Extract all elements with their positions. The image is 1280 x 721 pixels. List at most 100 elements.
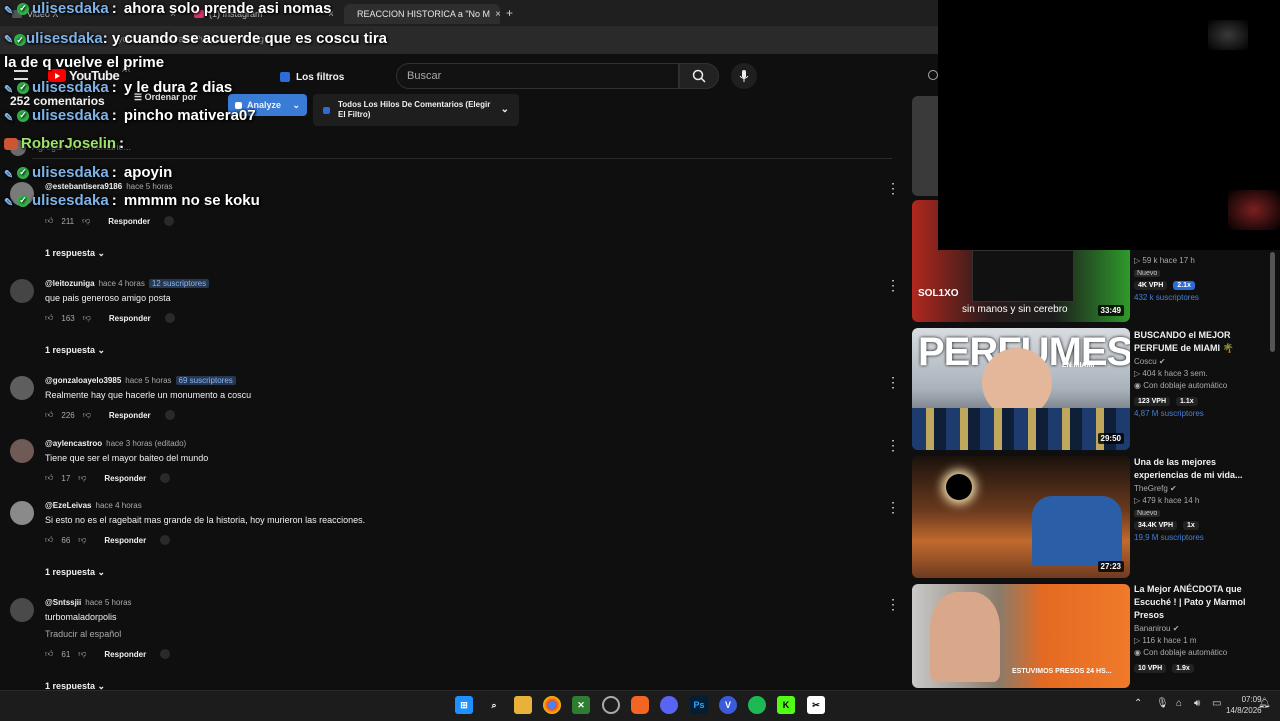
emoji-reaction-icon[interactable]: [164, 313, 175, 323]
dislike-icon[interactable]: 👎︎: [78, 535, 86, 545]
windows-start-icon[interactable]: ⊞: [455, 696, 473, 714]
kick-icon[interactable]: K: [777, 696, 795, 714]
more-options-icon[interactable]: ⋮: [886, 499, 900, 516]
tab-label: REACCION HISTORICA a "No M: [357, 9, 491, 19]
like-icon[interactable]: 👍︎: [45, 410, 53, 420]
avatar[interactable]: [10, 376, 34, 400]
reply-button[interactable]: Responder: [104, 474, 146, 483]
like-icon[interactable]: 👍︎: [45, 216, 53, 226]
comment-time[interactable]: hace 5 horas: [125, 376, 171, 385]
network-icon[interactable]: ⌂: [1176, 698, 1182, 709]
dislike-icon[interactable]: 👎︎: [78, 649, 86, 659]
chat-message: ✎ ✓ ulisesdaka: ahora solo prende asi noma…: [4, 0, 332, 17]
channel-name[interactable]: TheGrefg: [1134, 484, 1168, 493]
channel-name[interactable]: Coscu: [1134, 357, 1157, 366]
channel-name-row: Bananirou ✔: [1134, 624, 1264, 633]
like-icon[interactable]: 👍︎: [45, 535, 53, 545]
video-info[interactable]: Una de las mejores experiencias de mi vi…: [1134, 456, 1264, 542]
more-options-icon[interactable]: ⋮: [886, 596, 900, 613]
video-thumbnail[interactable]: PERFUMES EN MIAMI 29:50: [912, 328, 1130, 450]
emoji-reaction-icon[interactable]: [160, 649, 171, 659]
new-badge: Nuevo: [1134, 270, 1161, 277]
replies-toggle[interactable]: 1 respuesta ⌄: [45, 248, 105, 259]
avatar[interactable]: [10, 501, 34, 525]
spotify-icon[interactable]: [748, 696, 766, 714]
comment-author[interactable]: @gonzaloayelo3985: [45, 376, 121, 385]
avatar[interactable]: [10, 598, 34, 622]
voice-search-button[interactable]: [731, 63, 757, 89]
thread-filter-dropdown[interactable]: Todos Los Hilos De Comentarios (Elegir E…: [313, 94, 519, 126]
comment-author[interactable]: @Sntssjii: [45, 598, 81, 607]
clock-icon[interactable]: [928, 70, 938, 80]
microphone-tray-icon[interactable]: 🎙︎: [1156, 698, 1169, 709]
emoji-reaction-icon[interactable]: [160, 473, 171, 483]
system-clock[interactable]: 07:09 14/8/2026: [1226, 694, 1262, 716]
settings-icon[interactable]: [602, 696, 620, 714]
discord-icon[interactable]: [660, 696, 678, 714]
comment-author[interactable]: @EzeLeivas: [45, 501, 92, 510]
more-options-icon[interactable]: ⋮: [886, 374, 900, 391]
dislike-icon[interactable]: 👎︎: [78, 473, 86, 483]
replies-toggle[interactable]: 1 respuesta ⌄: [45, 567, 105, 578]
search-icon[interactable]: ⌕: [485, 696, 503, 714]
reply-button[interactable]: Responder: [104, 650, 146, 659]
comment-time[interactable]: hace 3 horas (editado): [106, 439, 186, 448]
replies-toggle[interactable]: 1 respuesta ⌄: [45, 345, 105, 356]
reply-button[interactable]: Responder: [104, 536, 146, 545]
chrome-icon[interactable]: [543, 696, 561, 714]
comment-time[interactable]: hace 5 horas: [85, 598, 131, 607]
video-thumbnail[interactable]: ESTUVIMOS PRESOS 24 HS...: [912, 584, 1130, 688]
video-stats: ▷ 59 k hace 17 h: [1134, 256, 1195, 265]
dislike-icon[interactable]: 👎︎: [82, 216, 90, 226]
comment-time[interactable]: hace 4 horas: [99, 279, 145, 288]
file-explorer-icon[interactable]: [514, 696, 532, 714]
reply-button[interactable]: Responder: [108, 217, 150, 226]
search-input[interactable]: Buscar: [396, 63, 679, 89]
emoji-reaction-icon[interactable]: [164, 216, 175, 226]
reply-button[interactable]: Responder: [109, 411, 151, 420]
notification-bell-icon[interactable]: 🔔︎: [1258, 698, 1271, 709]
xbox-icon[interactable]: ✕: [572, 696, 590, 714]
video-thumbnail[interactable]: 27:23: [912, 456, 1130, 578]
search-button[interactable]: [679, 63, 719, 89]
brave-icon[interactable]: [631, 696, 649, 714]
battery-icon[interactable]: ▭: [1212, 698, 1221, 709]
like-icon[interactable]: 👍︎: [45, 313, 53, 323]
avatar[interactable]: [10, 279, 34, 303]
like-icon[interactable]: 👍︎: [45, 473, 53, 483]
new-tab-button[interactable]: +: [506, 6, 513, 20]
vpn-icon[interactable]: V: [719, 696, 737, 714]
channel-name[interactable]: Bananirou: [1134, 624, 1170, 633]
video-thumbnail-partial[interactable]: [912, 96, 938, 196]
more-options-icon[interactable]: ⋮: [886, 277, 900, 294]
tab-3-active[interactable]: REACCION HISTORICA a "No M ×: [344, 4, 500, 24]
comment-item: @Sntssjii hace 5 horas turbomaladorpolis …: [10, 596, 900, 691]
avatar[interactable]: [10, 439, 34, 463]
emoji-reaction-icon[interactable]: [160, 535, 171, 545]
dislike-icon[interactable]: 👎︎: [83, 313, 91, 323]
emoji-reaction-icon[interactable]: [164, 410, 175, 420]
dubbing-icon: ◉: [1134, 381, 1144, 390]
more-options-icon[interactable]: ⋮: [886, 437, 900, 454]
translate-link[interactable]: Traducir al español: [45, 629, 121, 639]
volume-icon[interactable]: 🔊︎: [1194, 698, 1200, 709]
video-info[interactable]: ▷ 59 k hace 17 h Nuevo 4K VPH 2.1x 432 k …: [1134, 256, 1264, 302]
video-stats: ▷ 404 k hace 3 sem.: [1134, 369, 1208, 378]
reply-button[interactable]: Responder: [109, 314, 151, 323]
comment-author[interactable]: @aylencastroo: [45, 439, 102, 448]
comment-time[interactable]: hace 4 horas: [96, 501, 142, 510]
video-info[interactable]: BUSCANDO el MEJOR PERFUME de MIAMI 🌴 Cos…: [1134, 329, 1264, 418]
ratio-badge: 1x: [1183, 521, 1199, 530]
tab-close-icon[interactable]: ×: [495, 9, 500, 20]
dislike-icon[interactable]: 👎︎: [83, 410, 91, 420]
scrollbar[interactable]: [1270, 252, 1275, 352]
like-icon[interactable]: 👍︎: [45, 649, 53, 659]
capcut-icon[interactable]: ✂: [807, 696, 825, 714]
video-info[interactable]: La Mejor ANÉCDOTA que Escuché ! | Pato y…: [1134, 583, 1264, 673]
more-options-icon[interactable]: ⋮: [886, 180, 900, 197]
photoshop-icon[interactable]: Ps: [690, 696, 708, 714]
tray-overflow-icon[interactable]: ⌃: [1134, 698, 1142, 709]
comment-author[interactable]: @estebantisera9186: [45, 182, 122, 191]
comment-time[interactable]: hace 5 horas: [126, 182, 172, 191]
comment-author[interactable]: @leitozuniga: [45, 279, 95, 288]
